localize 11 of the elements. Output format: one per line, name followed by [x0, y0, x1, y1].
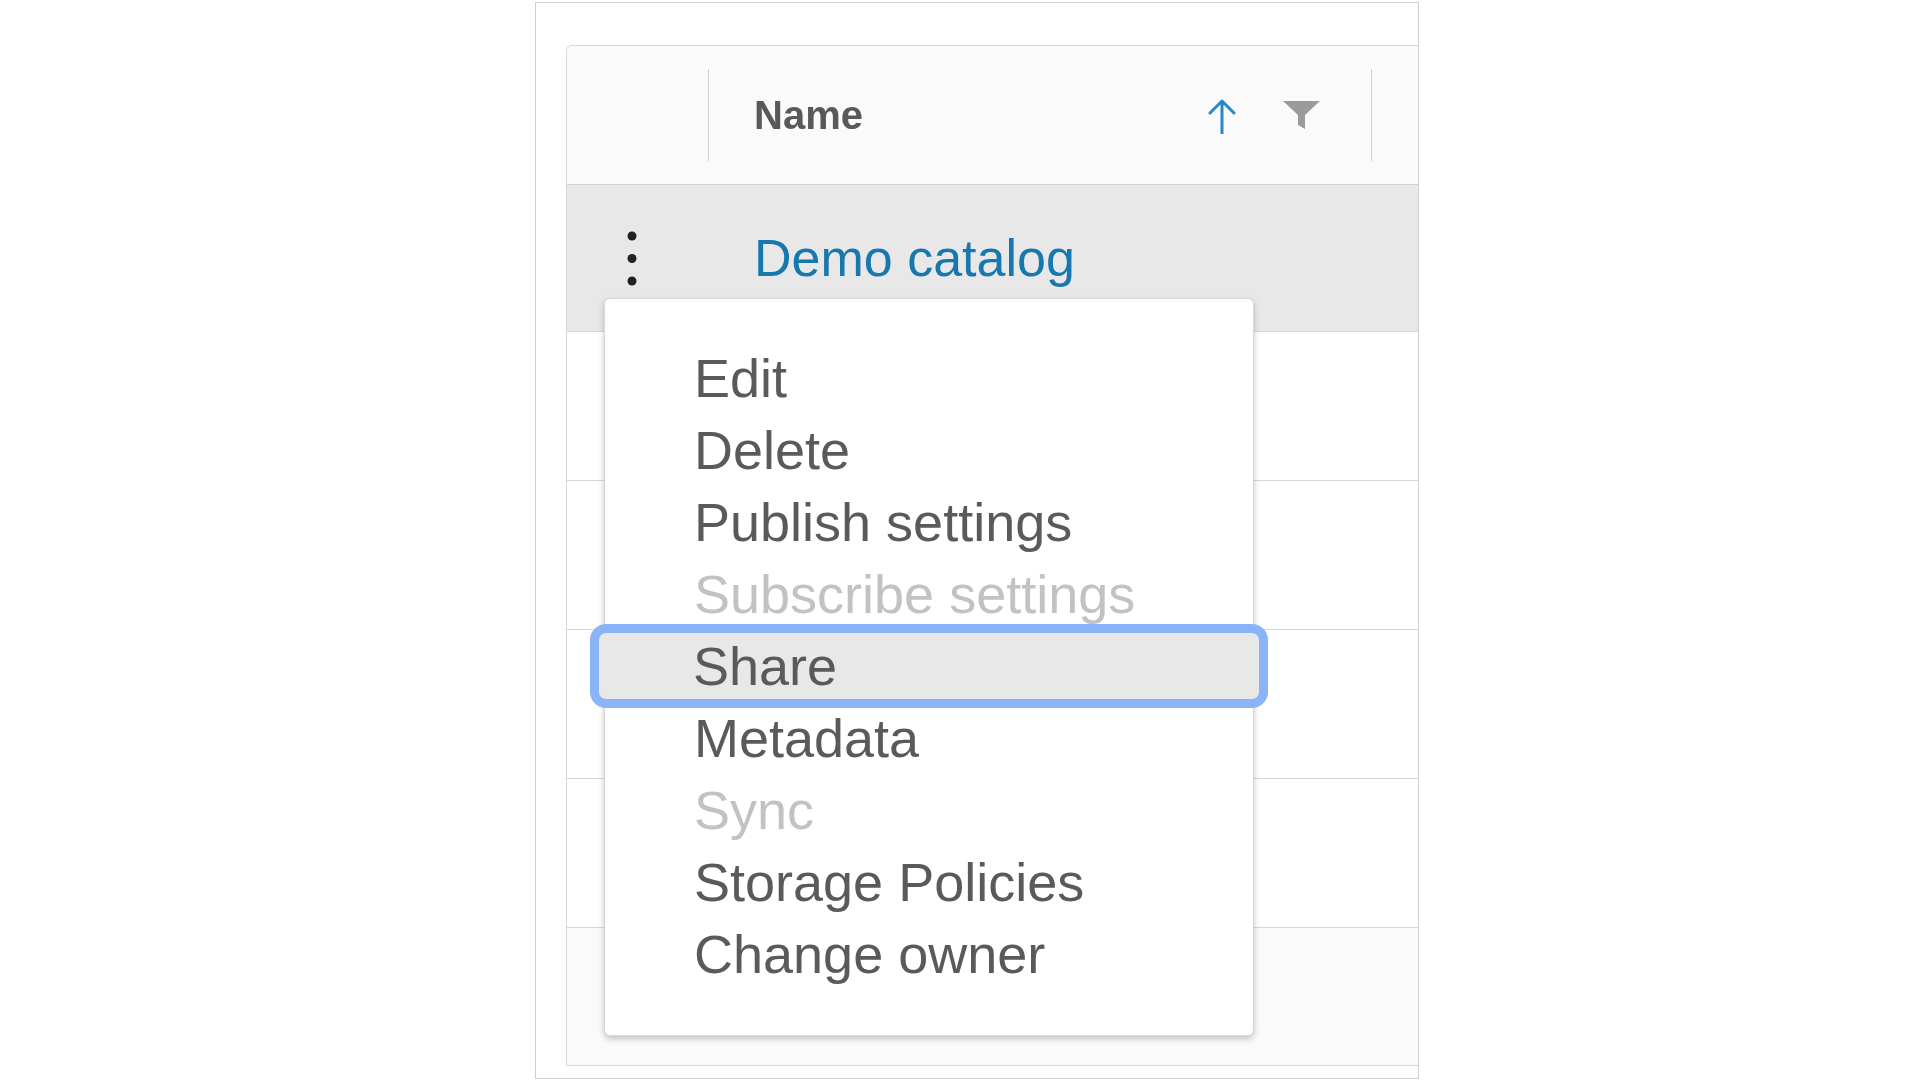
menu-item[interactable]: Publish settings: [605, 492, 1253, 552]
menu-item[interactable]: Share: [590, 624, 1268, 708]
menu-item[interactable]: Delete: [605, 420, 1253, 480]
filter-icon[interactable]: [1283, 101, 1320, 129]
menu-item[interactable]: Metadata: [605, 708, 1253, 768]
column-header[interactable]: Name: [754, 95, 863, 135]
menu-item[interactable]: Change owner: [605, 924, 1253, 984]
menu-item[interactable]: Edit: [605, 348, 1253, 408]
row-actions-button[interactable]: [627, 230, 637, 286]
menu-item[interactable]: Storage Policies: [605, 852, 1253, 912]
more-icon: [627, 230, 637, 286]
